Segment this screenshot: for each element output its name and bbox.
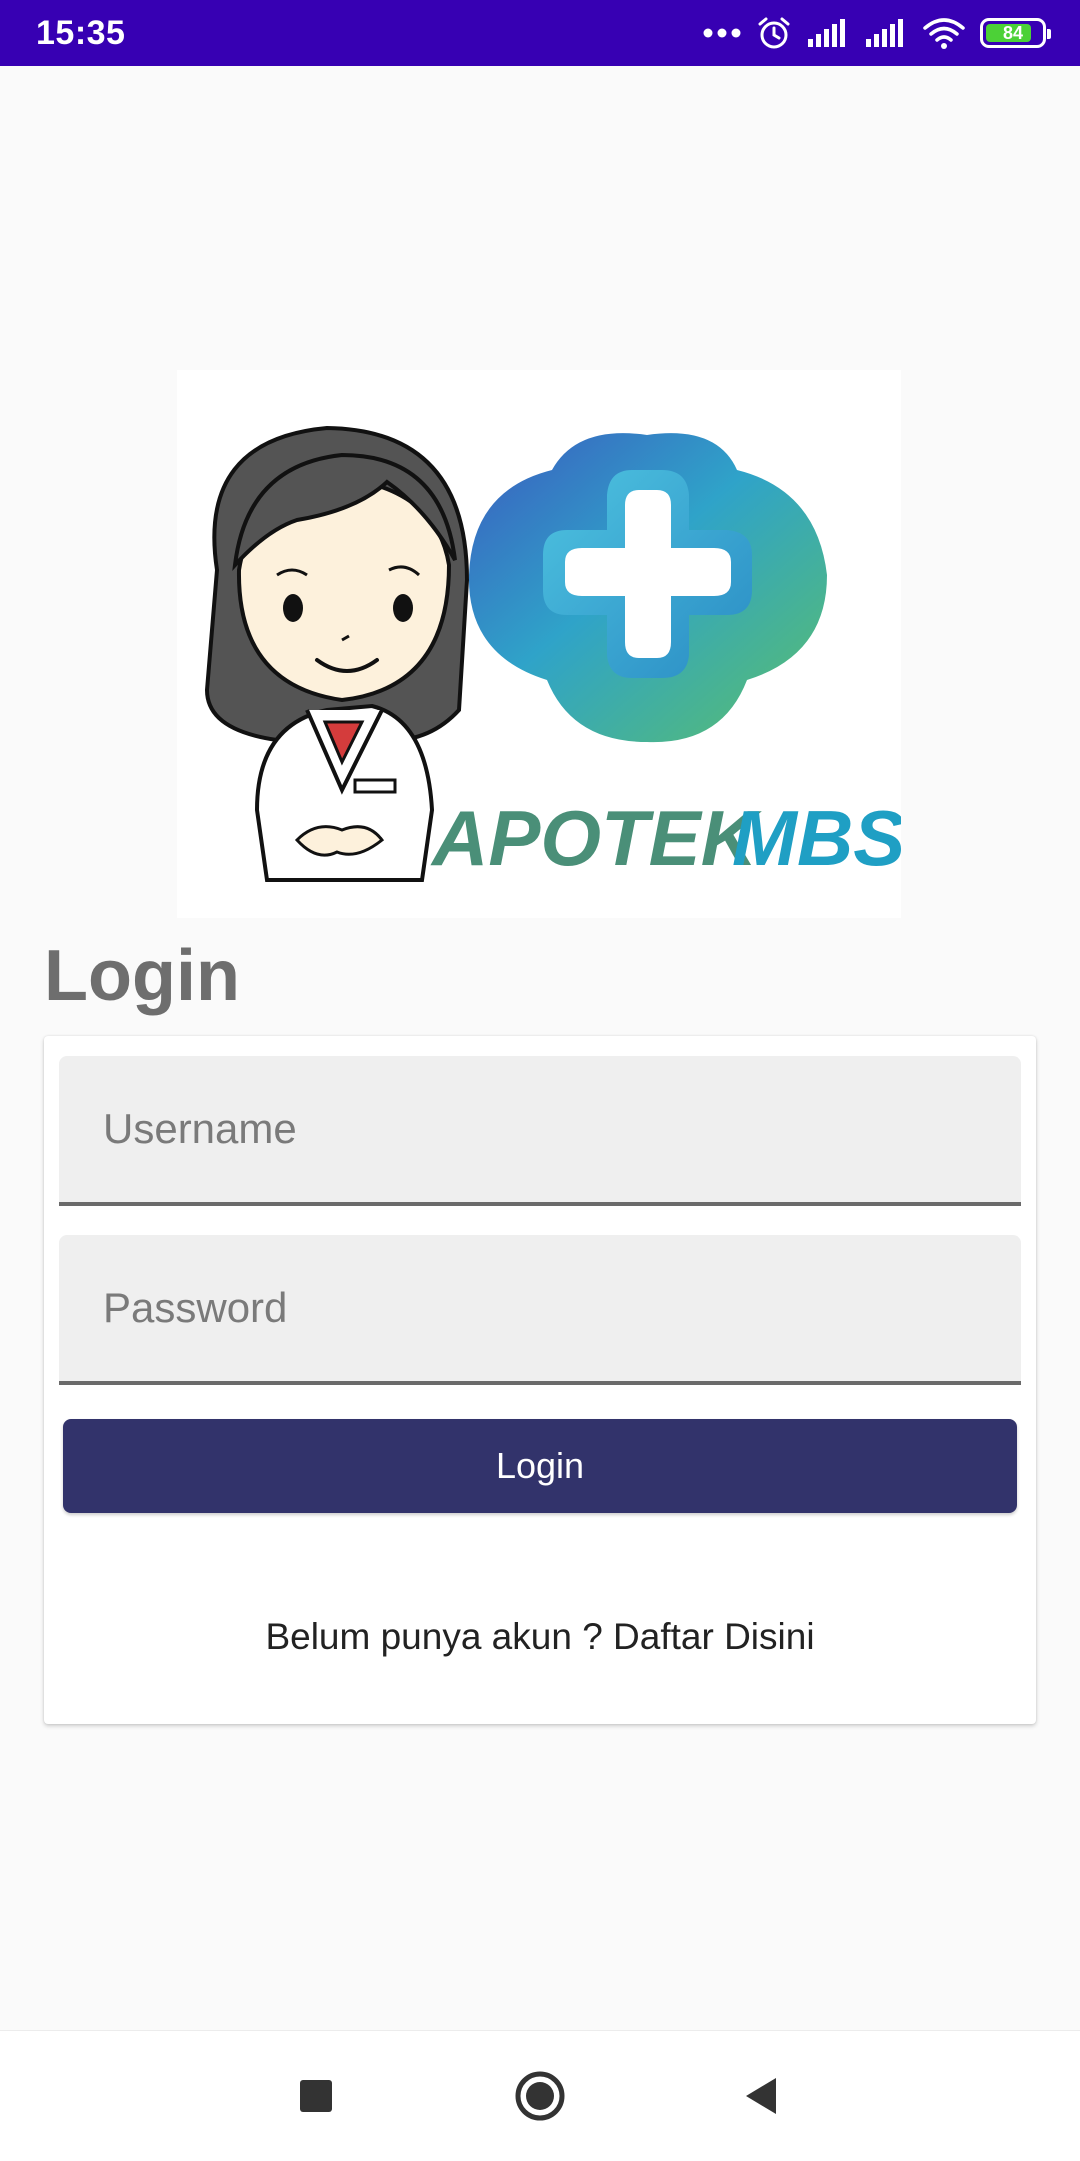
status-time: 15:35 xyxy=(36,14,126,52)
login-button[interactable]: Login xyxy=(63,1419,1017,1513)
page-title: Login xyxy=(44,936,240,1016)
recent-apps-icon xyxy=(300,2080,332,2112)
apotek-logo: APOTEK MBS xyxy=(177,370,901,918)
signal-icon xyxy=(806,17,850,49)
home-icon xyxy=(515,2071,565,2121)
more-dots-icon xyxy=(702,27,742,39)
status-bar: 15:35 84 xyxy=(0,0,1080,66)
register-link[interactable]: Belum punya akun ? Daftar Disini xyxy=(44,1616,1036,1658)
battery-level: 84 xyxy=(1002,22,1024,43)
battery-icon: 84 xyxy=(980,18,1051,48)
signal-icon xyxy=(864,17,908,49)
pharmacist-illustration xyxy=(204,425,470,882)
password-input[interactable] xyxy=(59,1235,1021,1381)
logo-text-apotek: APOTEK xyxy=(430,794,763,882)
logo-text-mbs: MBS xyxy=(732,794,901,882)
recent-apps-button[interactable] xyxy=(256,2031,376,2161)
password-field[interactable] xyxy=(59,1235,1021,1385)
username-input[interactable] xyxy=(59,1056,1021,1202)
back-icon xyxy=(746,2078,776,2114)
alarm-icon xyxy=(756,15,792,51)
username-field[interactable] xyxy=(59,1056,1021,1206)
medical-cross-icon xyxy=(468,433,827,743)
home-button[interactable] xyxy=(480,2031,600,2161)
navigation-bar xyxy=(0,2030,1080,2161)
login-card: Login Belum punya akun ? Daftar Disini xyxy=(44,1036,1036,1724)
battery-nub xyxy=(1047,29,1051,39)
status-icons: 84 xyxy=(702,0,1051,66)
back-button[interactable] xyxy=(700,2031,820,2161)
wifi-icon xyxy=(922,16,966,50)
